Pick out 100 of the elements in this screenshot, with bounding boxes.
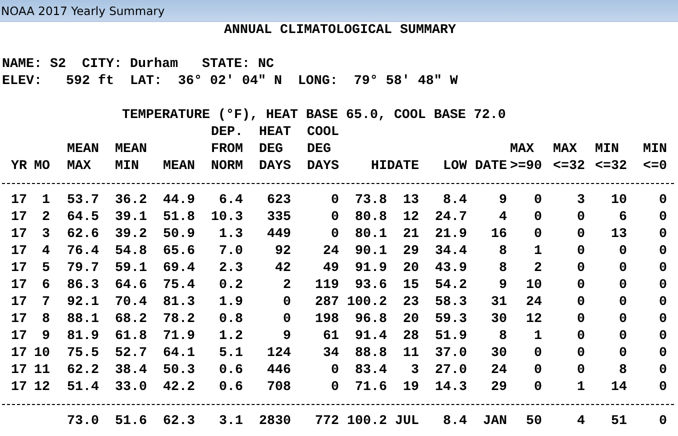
table-cell-text: 42 (274, 260, 291, 277)
table-cell-text: 70.4 (114, 294, 147, 311)
total-cell-text: 51 (610, 413, 627, 430)
table-cell-text: 19 (402, 379, 419, 396)
table-cell-text: 13 (402, 192, 419, 209)
table-cell-text: 31 (490, 294, 507, 311)
table-cell-text: 0 (618, 311, 627, 328)
table-cell-text: 10.3 (210, 209, 243, 226)
table-cell-text: 4 (41, 243, 50, 260)
table-cell-text: 28 (402, 328, 419, 345)
table-cell-text: 0 (576, 277, 585, 294)
table-cell-text: 0 (658, 260, 667, 277)
table-cell-text: 75.5 (66, 345, 99, 362)
table-cell-text: 88.1 (66, 311, 99, 328)
table-cell-text: 80.8 (354, 209, 387, 226)
table-cell-text: 2 (282, 277, 291, 294)
table-cell-text: 0 (576, 260, 585, 277)
table-cell-text: 0 (533, 362, 542, 379)
table-cell-text: 10 (33, 345, 50, 362)
column-header: MEAN MIN (115, 141, 147, 175)
table-cell-text: 75.4 (162, 277, 195, 294)
table-cell-text: 17 (10, 277, 27, 294)
total-cell-text: 3.1 (218, 413, 243, 430)
table-cell-text: 12 (402, 209, 419, 226)
column-header: MIN <=0 (643, 141, 667, 175)
table-cell-text: 10 (525, 277, 542, 294)
total-cell-text: 0 (658, 413, 667, 430)
table-cell-text: 42.2 (162, 379, 195, 396)
table-cell-text: 17 (10, 243, 27, 260)
table-cell-text: 446 (266, 362, 291, 379)
table-cell-text: 9 (498, 192, 507, 209)
table-cell-text: 62.6 (66, 226, 99, 243)
column-header: MO (34, 158, 50, 175)
station-info: NAME: S2 CITY: Durham STATE: NC (2, 56, 274, 73)
table-cell-text: 0.8 (218, 311, 243, 328)
table-cell-text: 0 (330, 226, 339, 243)
column-header: MEAN (163, 158, 195, 175)
table-cell-text: 8 (498, 243, 507, 260)
table-cell-text: 49 (322, 260, 339, 277)
table-cell-text: 8 (41, 311, 50, 328)
table-cell-text: 17 (10, 260, 27, 277)
table-cell-text: 33.0 (114, 379, 147, 396)
table-cell-text: 24.7 (434, 209, 467, 226)
table-cell-text: 81.3 (162, 294, 195, 311)
table-cell-text: 64.6 (114, 277, 147, 294)
section-title: TEMPERATURE (°F), HEAT BASE 65.0, COOL BASE 72.0 (122, 107, 506, 124)
table-cell-text: 0 (658, 362, 667, 379)
table-cell-text: 9 (282, 328, 291, 345)
table-cell-text: 73.8 (354, 192, 387, 209)
table-cell-text: 29 (402, 243, 419, 260)
table-cell-text: 3 (41, 226, 50, 243)
table-cell-text: 21 (402, 226, 419, 243)
table-cell-text: 0 (576, 345, 585, 362)
table-cell-text: 91.4 (354, 328, 387, 345)
table-cell-text: 30 (490, 311, 507, 328)
table-cell-text: 0 (576, 362, 585, 379)
window-title: NOAA 2017 Yearly Summary (0, 0, 678, 22)
table-cell-text: 9 (498, 277, 507, 294)
table-cell-text: 6 (41, 277, 50, 294)
total-cell-text: 4 (576, 413, 585, 430)
table-cell-text: 15 (402, 277, 419, 294)
table-cell-text: 14 (610, 379, 627, 396)
table-cell-text: 90.1 (354, 243, 387, 260)
table-cell-text: 0 (533, 345, 542, 362)
table-cell-text: 449 (266, 226, 291, 243)
table-cell-text: 0 (533, 379, 542, 396)
table-cell-text: 71.9 (162, 328, 195, 345)
table-cell-text: 1 (533, 328, 542, 345)
table-cell-text: 64.1 (162, 345, 195, 362)
table-cell-text: 34.4 (434, 243, 467, 260)
table-cell-text: 14.3 (434, 379, 467, 396)
table-cell-text: 59.3 (434, 311, 467, 328)
table-cell-text: 51.4 (66, 379, 99, 396)
table-cell-text: 0 (282, 294, 291, 311)
table-cell-text: 8 (618, 362, 627, 379)
table-cell-text: 58.3 (434, 294, 467, 311)
column-header: HEAT DEG DAYS (259, 124, 291, 175)
table-cell-text: 50.9 (162, 226, 195, 243)
table-cell-text: 96.8 (354, 311, 387, 328)
table-cell-text: 23 (402, 294, 419, 311)
table-cell-text: 10 (610, 192, 627, 209)
total-cell-text: 2830 (258, 413, 291, 430)
table-cell-text: 5.1 (218, 345, 243, 362)
table-cell-text: 59.1 (114, 260, 147, 277)
table-cell-text: 61 (322, 328, 339, 345)
table-cell-text: 0 (576, 328, 585, 345)
table-cell-text: 0 (618, 345, 627, 362)
table-cell-text: 11 (33, 362, 50, 379)
total-cell-text: 772 (314, 413, 339, 430)
table-cell-text: 34 (322, 345, 339, 362)
table-cell-text: 36.2 (114, 192, 147, 209)
table-cell-text: 0 (533, 192, 542, 209)
table-cell-text: 69.4 (162, 260, 195, 277)
table-cell-text: 0 (658, 277, 667, 294)
table-cell-text: 79.7 (66, 260, 99, 277)
column-header: DATE (387, 158, 419, 175)
total-cell-text: JAN (482, 413, 507, 430)
table-cell-text: 708 (266, 379, 291, 396)
table-cell-text: 27.0 (434, 362, 467, 379)
table-cell-text: 8 (498, 260, 507, 277)
